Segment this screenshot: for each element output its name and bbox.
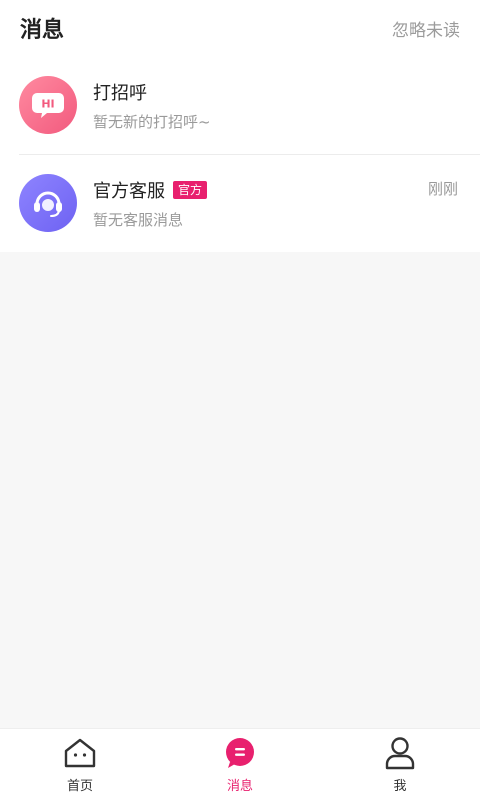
conversation-body: 官方客服 官方 暂无客服消息 (93, 177, 460, 230)
page-title: 消息 (20, 18, 65, 43)
conversation-item-customer-service[interactable]: 官方客服 官方 暂无客服消息 刚刚 (0, 154, 480, 252)
conversation-preview: 暂无客服消息 (93, 210, 184, 229)
conversation-time: 刚刚 (427, 180, 458, 198)
messages-screen: 消息 忽略未读 HI 打招呼 暂无新的打招呼~ 官方客服 官方 暂无客服消息 刚… (0, 0, 480, 800)
conversation-body: 打招呼 暂无新的打招呼~ (93, 79, 460, 132)
customer-service-headset-icon (19, 174, 77, 232)
conversation-list: HI 打招呼 暂无新的打招呼~ 官方客服 官方 暂无客服消息 刚刚 (0, 56, 480, 252)
tab-home-label: 首页 (66, 779, 93, 794)
ignore-unread-button[interactable]: 忽略未读 (392, 16, 460, 41)
tab-me[interactable]: 我 (320, 729, 480, 800)
tab-messages[interactable]: 消息 (160, 729, 320, 800)
conversation-name: 打招呼 (93, 82, 147, 104)
conversation-name: 官方客服 (93, 180, 165, 202)
official-badge: 官方 (173, 180, 208, 199)
conversation-item-greetings[interactable]: HI 打招呼 暂无新的打招呼~ (0, 56, 480, 154)
tab-home[interactable]: 首页 (0, 729, 160, 800)
tab-me-label: 我 (393, 779, 407, 794)
conversation-preview: 暂无新的打招呼~ (93, 112, 211, 131)
home-icon (62, 735, 98, 771)
svg-text:HI: HI (41, 98, 54, 111)
profile-icon (382, 735, 418, 771)
bottom-tab-bar: 首页 消息 我 (0, 728, 480, 800)
header: 消息 忽略未读 (0, 0, 480, 56)
message-icon (222, 735, 258, 771)
tab-messages-label: 消息 (226, 779, 253, 794)
hi-icon: HI (19, 76, 77, 134)
